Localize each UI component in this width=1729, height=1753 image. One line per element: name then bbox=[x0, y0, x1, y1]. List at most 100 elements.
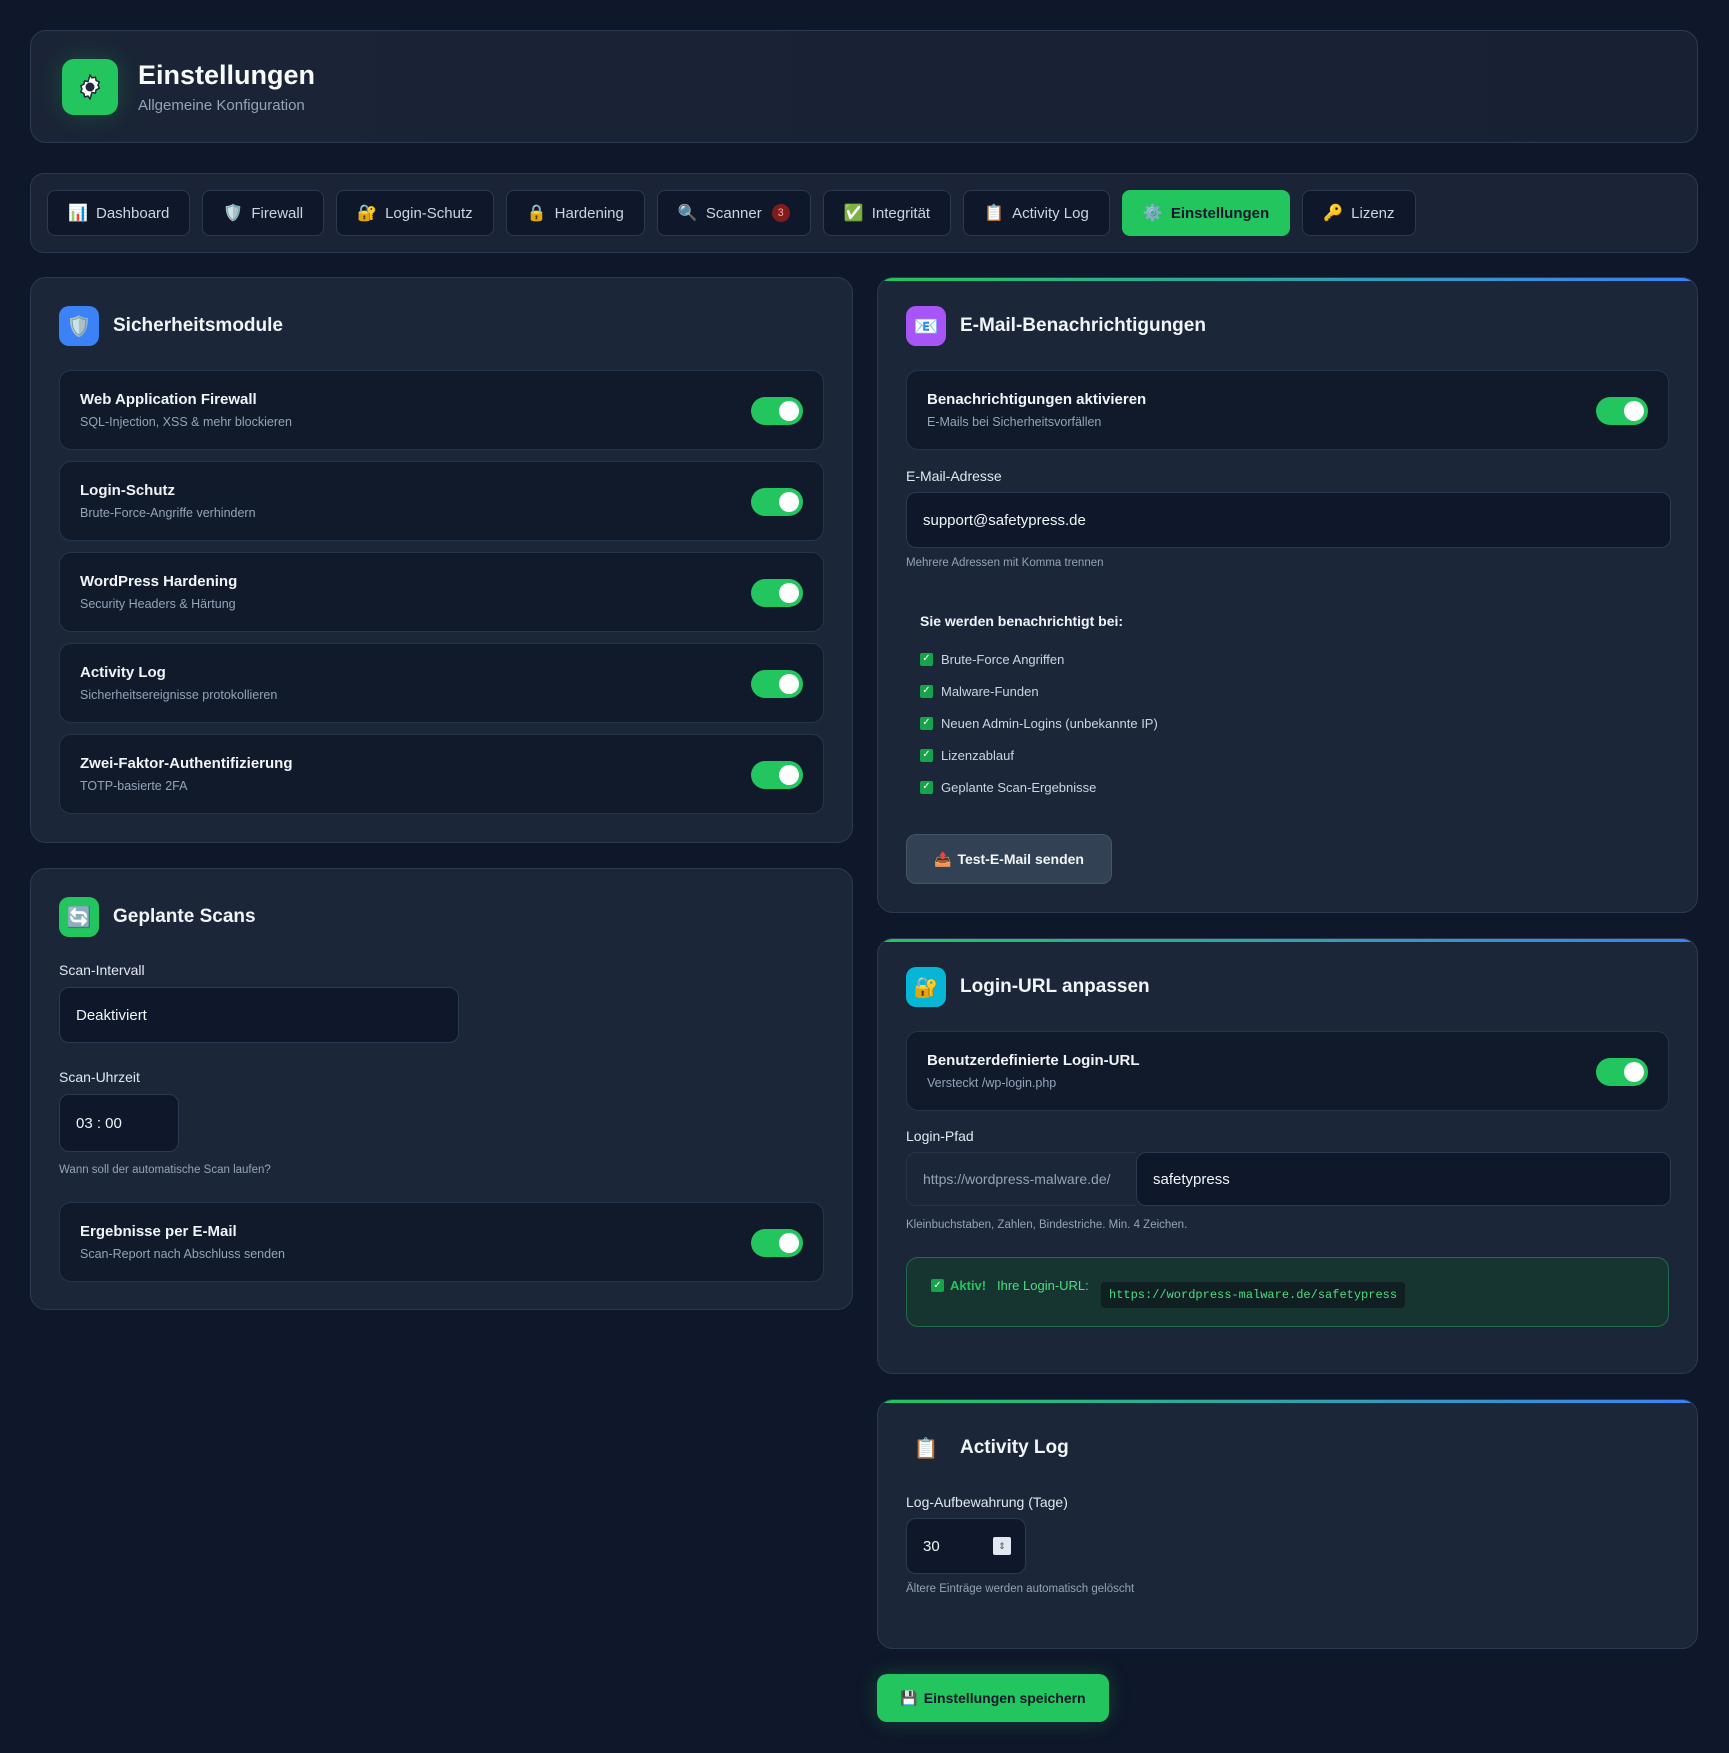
scanner-count-badge: 3 bbox=[771, 204, 790, 222]
email-enable-toggle[interactable] bbox=[1596, 397, 1648, 425]
gear-icon bbox=[62, 58, 118, 115]
row-title: Benachrichtigungen aktivieren bbox=[927, 391, 1147, 408]
row-subtitle: Brute-Force-Angriffe verhindern bbox=[80, 506, 256, 520]
check-icon: ✅ bbox=[843, 205, 864, 222]
tab-integritaet[interactable]: ✅ Integrität bbox=[822, 190, 952, 236]
tab-label: Scanner bbox=[705, 204, 762, 222]
email-address-hint: Mehrere Adressen mit Komma trennen bbox=[906, 557, 1104, 569]
email-address-input[interactable]: support@safetypress.de bbox=[906, 492, 1671, 548]
envelope-icon: 📧 bbox=[906, 306, 946, 346]
retention-hint: Ältere Einträge werden automatisch gelös… bbox=[906, 1583, 1135, 1595]
row-title: Web Application Firewall bbox=[80, 391, 257, 408]
login-path-label: Login-Pfad bbox=[906, 1128, 974, 1144]
hardening-toggle[interactable] bbox=[751, 579, 803, 607]
scan-time-label: Scan-Uhrzeit bbox=[59, 1069, 140, 1085]
notify-heading: Sie werden benachrichtigt bei: bbox=[920, 613, 1124, 629]
check-icon: ✓ bbox=[920, 716, 933, 730]
notify-label: Geplante Scan-Ergebnisse bbox=[941, 779, 1097, 795]
row-subtitle: Security Headers & Härtung bbox=[80, 597, 236, 611]
lock-icon: 🔒 bbox=[526, 205, 547, 222]
module-row-activity-log: Activity Log Sicherheitsereignisse proto… bbox=[59, 643, 824, 723]
button-label: Test-E-Mail senden bbox=[957, 851, 1084, 867]
notify-label: Neuen Admin-Logins (unbekannte IP) bbox=[941, 715, 1158, 731]
login-url-card: 🔐 Login-URL anpassen Benutzerdefinierte … bbox=[877, 938, 1698, 1374]
tab-login-schutz[interactable]: 🔐 Login-Schutz bbox=[336, 190, 494, 236]
row-subtitle: Versteckt /wp-login.php bbox=[927, 1076, 1057, 1090]
retention-value: 30 bbox=[923, 1537, 940, 1555]
shield-icon: 🛡️ bbox=[223, 205, 244, 222]
login-url-value: https://wordpress-malware.de/safetypress bbox=[1101, 1282, 1406, 1308]
list-item: ✓ Malware-Funden bbox=[920, 675, 1158, 707]
status-badge: ✓ Aktiv! bbox=[931, 1278, 986, 1293]
tab-firewall[interactable]: 🛡️ Firewall bbox=[202, 190, 325, 236]
scan-time-input[interactable]: 03 : 00 bbox=[59, 1094, 179, 1152]
lock-key-icon: 🔐 bbox=[357, 205, 377, 222]
tab-hardening[interactable]: 🔒 Hardening bbox=[505, 190, 645, 236]
scan-email-row: Ergebnisse per E-Mail Scan-Report nach A… bbox=[59, 1202, 824, 1282]
card-title: Activity Log bbox=[960, 1437, 1069, 1458]
tab-scanner[interactable]: 🔍 Scanner 3 bbox=[656, 190, 811, 236]
scan-interval-select[interactable]: Deaktiviert bbox=[59, 987, 459, 1043]
tab-navigation: 📊 Dashboard 🛡️ Firewall 🔐 Login-Schutz 🔒… bbox=[30, 173, 1698, 253]
activity-log-card: 📋 Activity Log Log-Aufbewahrung (Tage) 3… bbox=[877, 1399, 1698, 1649]
card-title: Geplante Scans bbox=[113, 906, 256, 927]
retention-input[interactable]: 30 ⇕ bbox=[906, 1518, 1026, 1574]
page-title: Einstellungen bbox=[138, 59, 316, 90]
scan-interval-label: Scan-Intervall bbox=[59, 962, 145, 978]
tab-label: Integrität bbox=[871, 204, 931, 222]
row-subtitle: TOTP-basierte 2FA bbox=[80, 779, 188, 793]
notify-label: Malware-Funden bbox=[941, 683, 1039, 699]
row-title: Zwei-Faktor-Authentifizierung bbox=[80, 755, 293, 772]
check-icon: ✓ bbox=[920, 684, 933, 698]
magnifier-icon: 🔍 bbox=[677, 205, 698, 222]
login-schutz-toggle[interactable] bbox=[751, 488, 803, 516]
tab-label: Dashboard bbox=[96, 204, 170, 222]
login-path-input[interactable]: safetypress bbox=[1136, 1152, 1671, 1206]
row-title: Benutzerdefinierte Login-URL bbox=[927, 1052, 1140, 1069]
tab-label: Hardening bbox=[554, 204, 624, 222]
login-url-status: ✓ Aktiv! Ihre Login-URL: https://wordpres… bbox=[906, 1257, 1669, 1327]
check-icon: ✓ bbox=[920, 748, 933, 762]
notify-label: Lizenzablauf bbox=[941, 747, 1014, 763]
clipboard-icon: 📋 bbox=[984, 205, 1005, 222]
notify-list: Sie werden benachrichtigt bei: ✓ Brute-Fo… bbox=[920, 613, 1158, 803]
email-notifications-card: 📧 E-Mail-Benachrichtigungen Benachrichti… bbox=[877, 277, 1698, 913]
button-label: Einstellungen speichern bbox=[923, 1690, 1086, 1706]
module-row-hardening: WordPress Hardening Security Headers & H… bbox=[59, 552, 824, 632]
custom-login-toggle[interactable] bbox=[1596, 1058, 1648, 1086]
scan-email-toggle[interactable] bbox=[751, 1229, 803, 1257]
refresh-icon: 🔄 bbox=[59, 897, 99, 937]
tab-activity-log[interactable]: 📋 Activity Log bbox=[963, 190, 1110, 236]
row-subtitle: SQL-Injection, XSS & mehr blockieren bbox=[80, 415, 292, 429]
row-subtitle: E-Mails bei Sicherheitsvorfällen bbox=[927, 415, 1102, 429]
stepper-icon[interactable]: ⇕ bbox=[993, 1537, 1011, 1555]
list-item: ✓ Geplante Scan-Ergebnisse bbox=[920, 771, 1158, 803]
two-factor-toggle[interactable] bbox=[751, 761, 803, 789]
activity-log-toggle[interactable] bbox=[751, 670, 803, 698]
email-enable-row: Benachrichtigungen aktivieren E-Mails be… bbox=[906, 370, 1669, 450]
check-icon: ✓ bbox=[931, 1279, 944, 1292]
tab-einstellungen[interactable]: ⚙️ Einstellungen bbox=[1121, 190, 1291, 236]
custom-login-row: Benutzerdefinierte Login-URL Versteckt /… bbox=[906, 1031, 1669, 1111]
scheduled-scans-card: 🔄 Geplante Scans Scan-Intervall Deaktivi… bbox=[30, 868, 853, 1310]
status-text: Aktiv! bbox=[950, 1278, 987, 1293]
outbox-icon: 📤 bbox=[934, 850, 952, 867]
key-icon: 🔑 bbox=[1323, 205, 1344, 222]
card-title: Login-URL anpassen bbox=[960, 976, 1150, 997]
tab-lizenz[interactable]: 🔑 Lizenz bbox=[1302, 190, 1416, 236]
check-icon: ✓ bbox=[920, 780, 933, 794]
test-email-button[interactable]: 📤 Test-E-Mail senden bbox=[906, 834, 1112, 884]
card-title: E-Mail-Benachrichtigungen bbox=[960, 315, 1206, 336]
email-address-label: E-Mail-Adresse bbox=[906, 468, 1002, 484]
page-header: Einstellungen Allgemeine Konfiguration bbox=[30, 30, 1698, 143]
tab-label: Lizenz bbox=[1351, 204, 1395, 222]
notify-label: Brute-Force Angriffen bbox=[941, 651, 1065, 667]
row-title: Activity Log bbox=[80, 664, 166, 681]
save-settings-button[interactable]: 💾 Einstellungen speichern bbox=[877, 1674, 1109, 1722]
page-subtitle: Allgemeine Konfiguration bbox=[138, 96, 305, 114]
clipboard-icon: 📋 bbox=[913, 1437, 939, 1460]
tab-dashboard[interactable]: 📊 Dashboard bbox=[47, 190, 191, 236]
waf-toggle[interactable] bbox=[751, 397, 803, 425]
gear-icon: ⚙️ bbox=[1142, 205, 1163, 222]
login-path-hint: Kleinbuchstaben, Zahlen, Bindestriche. M… bbox=[906, 1219, 1188, 1231]
